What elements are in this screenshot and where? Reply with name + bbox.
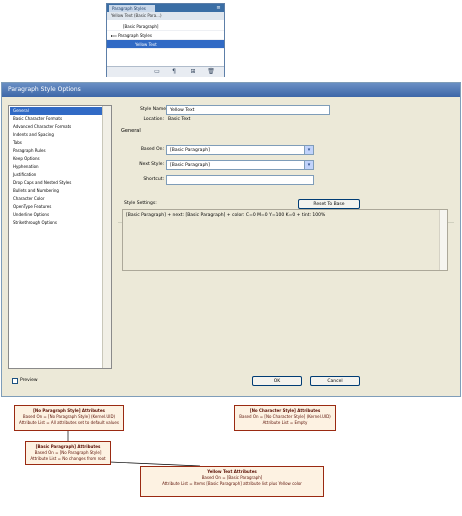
note-line: Attribute List = Empty bbox=[262, 420, 308, 425]
note-no-character-style: [No Character Style] Attributes Based On… bbox=[234, 405, 336, 431]
note-line: Attribute List = All attributes set to d… bbox=[19, 420, 119, 425]
note-basic-paragraph: [Basic Paragraph] Attributes Based On = … bbox=[25, 441, 111, 465]
note-yellow-text: Yellow Text Attributes Based On = [Basic… bbox=[140, 466, 324, 497]
connector-lines bbox=[67, 430, 201, 467]
note-line: Attribute List = Items [Basic Paragraph]… bbox=[162, 481, 302, 486]
note-line: Attribute List = No changes from root bbox=[30, 456, 106, 461]
note-no-paragraph-style: [No Paragraph Style] Attributes Based On… bbox=[14, 405, 124, 431]
